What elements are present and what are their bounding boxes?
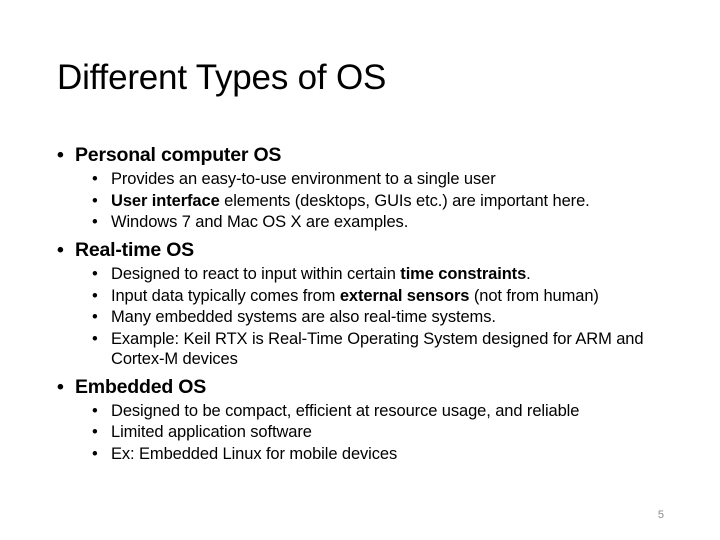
slide: Different Types of OS • Personal compute… bbox=[0, 0, 720, 540]
item-text: Windows 7 and Mac OS X are examples. bbox=[111, 213, 409, 231]
section-heading-text: Embedded OS bbox=[75, 375, 207, 398]
page-number: 5 bbox=[657, 509, 664, 521]
item-text: Example: Keil RTX is Real-Time Operating… bbox=[111, 329, 644, 368]
item-text: Many embedded systems are also real-time… bbox=[111, 308, 496, 326]
list-item: • Designed to be compact, efficient at r… bbox=[57, 401, 707, 421]
list-item: • Input data typically comes from extern… bbox=[57, 286, 707, 306]
item-bold-text: time constraints bbox=[400, 265, 527, 283]
item-text: Limited application software bbox=[111, 423, 312, 441]
bullet-icon: • bbox=[92, 329, 98, 348]
item-text-after: (not from human) bbox=[469, 286, 599, 305]
section-heading: • Embedded OS bbox=[57, 375, 707, 399]
list-item: • Provides an easy-to-use environment to… bbox=[57, 169, 707, 189]
bullet-icon: • bbox=[57, 239, 64, 261]
item-text: Ex: Embedded Linux for mobile devices bbox=[111, 444, 398, 463]
section-heading: • Real-time OS bbox=[57, 238, 707, 262]
slide-title: Different Types of OS bbox=[57, 58, 387, 97]
bullet-icon: • bbox=[92, 401, 98, 420]
bullet-icon: • bbox=[92, 191, 98, 210]
bullet-icon: • bbox=[92, 423, 98, 441]
slide-content: • Personal computer OS • Provides an eas… bbox=[57, 143, 707, 470]
sub-bullet-list: • Designed to react to input within cert… bbox=[57, 264, 707, 369]
bullet-icon: • bbox=[92, 170, 98, 188]
item-bold-text: external sensors bbox=[339, 286, 470, 305]
list-item: • User interface elements (desktops, GUI… bbox=[57, 191, 707, 211]
sub-bullet-list: • Provides an easy-to-use environment to… bbox=[57, 169, 707, 232]
bullet-icon: • bbox=[92, 213, 98, 231]
list-item: • Example: Keil RTX is Real-Time Operati… bbox=[57, 329, 707, 369]
section-heading-text: Personal computer OS bbox=[75, 144, 282, 166]
section-heading-text: Real-time OS bbox=[75, 239, 194, 261]
list-item: • Windows 7 and Mac OS X are examples. bbox=[57, 212, 707, 232]
item-text: Designed to be compact, efficient at res… bbox=[111, 401, 580, 420]
section-heading: • Personal computer OS bbox=[57, 143, 707, 167]
list-item: • Designed to react to input within cert… bbox=[57, 264, 707, 284]
bullet-icon: • bbox=[92, 308, 98, 326]
bullet-icon: • bbox=[92, 444, 98, 463]
section-real-time-os: • Real-time OS • Designed to react to in… bbox=[57, 238, 707, 369]
bullet-icon: • bbox=[57, 375, 64, 398]
item-text: Designed to react to input within certai… bbox=[111, 265, 401, 283]
section-personal-computer-os: • Personal computer OS • Provides an eas… bbox=[57, 143, 707, 232]
bullet-icon: • bbox=[57, 144, 64, 166]
item-bold-text: User interface bbox=[111, 191, 220, 210]
item-text-after: elements (desktops, GUIs etc.) are impor… bbox=[219, 191, 590, 210]
sub-bullet-list: • Designed to be compact, efficient at r… bbox=[57, 401, 707, 464]
bullet-icon: • bbox=[92, 265, 98, 283]
item-text: Provides an easy-to-use environment to a… bbox=[111, 170, 496, 188]
item-text: Input data typically comes from bbox=[111, 286, 340, 305]
section-embedded-os: • Embedded OS • Designed to be compact, … bbox=[57, 375, 707, 464]
bullet-icon: • bbox=[92, 286, 98, 305]
item-text-after: . bbox=[526, 265, 531, 283]
list-item: • Many embedded systems are also real-ti… bbox=[57, 307, 707, 327]
list-item: • Ex: Embedded Linux for mobile devices bbox=[57, 444, 707, 464]
list-item: • Limited application software bbox=[57, 422, 707, 442]
